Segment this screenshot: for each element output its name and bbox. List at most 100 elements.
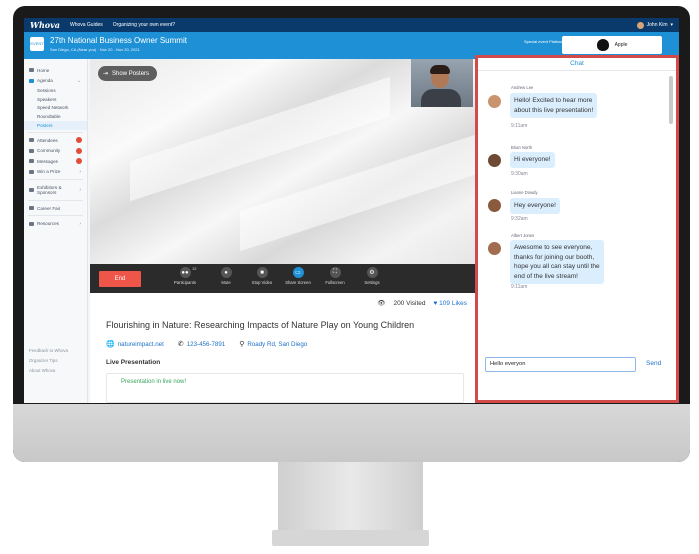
fullscreen-icon: ⛶ — [329, 267, 341, 278]
website-link[interactable]: 🌐 natureimpact.net — [106, 340, 164, 348]
mute-label: Mute — [221, 280, 231, 285]
send-button[interactable]: Send — [646, 360, 661, 367]
chat-message-input[interactable]: Hello everyon — [485, 357, 636, 372]
user-menu[interactable]: John Kim ▾ — [636, 21, 673, 29]
share-screen-label: Share Screen — [285, 280, 311, 285]
sidebar-item-career-fair[interactable]: Career Fair — [24, 203, 87, 214]
presentation-status-card[interactable]: Presentation in live now! — [106, 373, 464, 403]
fullscreen-button[interactable]: ⛶ Fullscreen — [318, 267, 352, 285]
notification-badge — [76, 137, 82, 144]
sidebar-item-label: Home — [37, 67, 50, 73]
end-call-button[interactable]: End — [99, 271, 141, 287]
share-screen-button[interactable]: ▭ Share Screen — [281, 267, 315, 285]
avatar — [488, 199, 501, 212]
sidebar-item-home[interactable]: Home — [24, 65, 87, 76]
participants-button[interactable]: ●● 12 Participants — [168, 266, 202, 285]
show-posters-label: Show Posters — [112, 70, 150, 77]
event-title: 27th National Business Owner Summit — [50, 36, 187, 45]
likes-count: 109 Likes — [439, 299, 467, 307]
mail-icon — [29, 159, 34, 164]
sidebar-item-label: Agenda — [37, 78, 53, 84]
sidebar-subitem-posters[interactable]: Posters — [24, 121, 87, 130]
notification-badge — [76, 158, 82, 165]
heart-icon: ♥ — [433, 299, 438, 307]
session-details: 👁 200 Visited ♥ 109 Likes Flourishing in… — [90, 293, 475, 403]
feedback-link[interactable]: Feedback to Whova — [29, 346, 68, 356]
briefcase-icon — [29, 206, 34, 211]
settings-button[interactable]: ⚙ Settings — [355, 267, 389, 285]
message-line: Hey everyone! — [514, 202, 556, 209]
event-logo: EVENT — [30, 37, 44, 51]
sender-name: Brian North — [511, 145, 533, 150]
divider — [28, 131, 83, 133]
top-nav: Whova Whova Guides Organizing your own e… — [24, 18, 679, 32]
show-posters-button[interactable]: ⇥ Show Posters — [98, 66, 158, 81]
avatar — [636, 21, 644, 29]
chat-panel: Chat Andrew Lee Hello! Excited to hear m… — [475, 55, 679, 403]
map-pin-icon: ⚲ — [239, 341, 245, 348]
message-time: 9:11am — [511, 123, 528, 129]
folder-icon — [29, 221, 34, 226]
sidebar-item-exhibitors[interactable]: Exhibitors & Sponsors › — [24, 182, 87, 198]
chevron-down-icon: ▾ — [670, 22, 673, 28]
sidebar-item-resources[interactable]: Resources › — [24, 218, 87, 229]
message-time: 9:32am — [511, 216, 528, 222]
organize-link[interactable]: Organizing your own event? — [113, 22, 175, 28]
sidebar-subitem-sessions[interactable]: Sessions — [24, 86, 87, 95]
video-stage: ⇥ Show Posters — [90, 59, 475, 264]
live-presentation-heading: Live Presentation — [106, 359, 161, 366]
sidebar-item-label: Community — [37, 148, 61, 154]
sidebar-item-label: Win a Prize — [37, 169, 61, 175]
screen-icon: ▭ — [292, 267, 304, 278]
message-line: Awesome to see everyone, — [514, 244, 593, 251]
sponsor-banner[interactable]: Apple — [562, 36, 662, 54]
sidebar-item-label: Exhibitors & Sponsors — [37, 184, 62, 195]
sidebar-item-agenda[interactable]: Agenda ⌄ — [24, 76, 87, 87]
about-link[interactable]: About Whova — [29, 366, 68, 376]
sidebar-subitem-roundtable[interactable]: Roundtable — [24, 112, 87, 121]
sponsor-label: Special event Platinum — [524, 39, 565, 44]
guides-link[interactable]: Whova Guides — [70, 22, 103, 28]
chat-scrollbar[interactable] — [669, 76, 673, 124]
divider — [28, 178, 83, 180]
chevron-down-icon: ⌄ — [76, 77, 81, 84]
sidebar-footer: Feedback to Whova Organizer Tips About W… — [29, 346, 68, 376]
apple-icon — [596, 39, 609, 51]
address-link[interactable]: ⚲ Roady Rd, San Diego — [239, 340, 307, 348]
phone-link[interactable]: ✆ 123-456-7891 — [178, 340, 225, 348]
brand-logo[interactable]: Whova — [30, 20, 60, 30]
stop-video-button[interactable]: ■ Stop Video — [245, 267, 279, 285]
avatar — [488, 242, 501, 255]
message-bubble: Hi everyone! — [510, 152, 555, 168]
address-text: Roady Rd, San Diego — [247, 341, 308, 348]
website-text: natureimpact.net — [117, 341, 164, 348]
mic-icon: ● — [220, 267, 232, 278]
message-time: 9:11am — [511, 284, 528, 290]
message-bubble: Hey everyone! — [510, 198, 560, 214]
sidebar-item-win-a-prize[interactable]: Win a Prize › — [24, 166, 87, 177]
avatar — [488, 154, 501, 167]
sidebar-item-attendees[interactable]: Attendees — [24, 135, 87, 146]
monitor-base — [272, 530, 429, 546]
calendar-icon — [29, 78, 34, 83]
speaker-hair — [430, 65, 450, 74]
mute-button[interactable]: ● Mute — [209, 267, 243, 285]
sidebar-item-messages[interactable]: Messages — [24, 156, 87, 167]
user-name: John Kim — [646, 22, 668, 28]
chevron-right-icon: › — [79, 186, 81, 193]
organizer-tips-link[interactable]: Organizer Tips — [29, 356, 68, 366]
sidebar-item-community[interactable]: Community — [24, 145, 87, 156]
like-button[interactable]: ♥ 109 Likes — [434, 300, 468, 307]
sidebar-subitem-speed-network[interactable]: Speed Network — [24, 104, 87, 113]
sidebar: Home Agenda ⌄ Sessions Speakers Speed Ne… — [24, 59, 88, 403]
camera-icon: ■ — [256, 267, 268, 278]
sidebar-subitem-speakers[interactable]: Speakers — [24, 95, 87, 104]
sender-name: Andrew Lee — [511, 85, 534, 90]
speaker-video-thumbnail[interactable] — [411, 59, 473, 107]
session-title: Flourishing in Nature: Researching Impac… — [106, 320, 415, 330]
chat-icon — [29, 148, 34, 153]
speaker-body — [421, 89, 461, 107]
divider — [28, 215, 83, 217]
phone-text: 123-456-7891 — [186, 341, 226, 348]
message-line: Hi everyone! — [514, 156, 551, 163]
